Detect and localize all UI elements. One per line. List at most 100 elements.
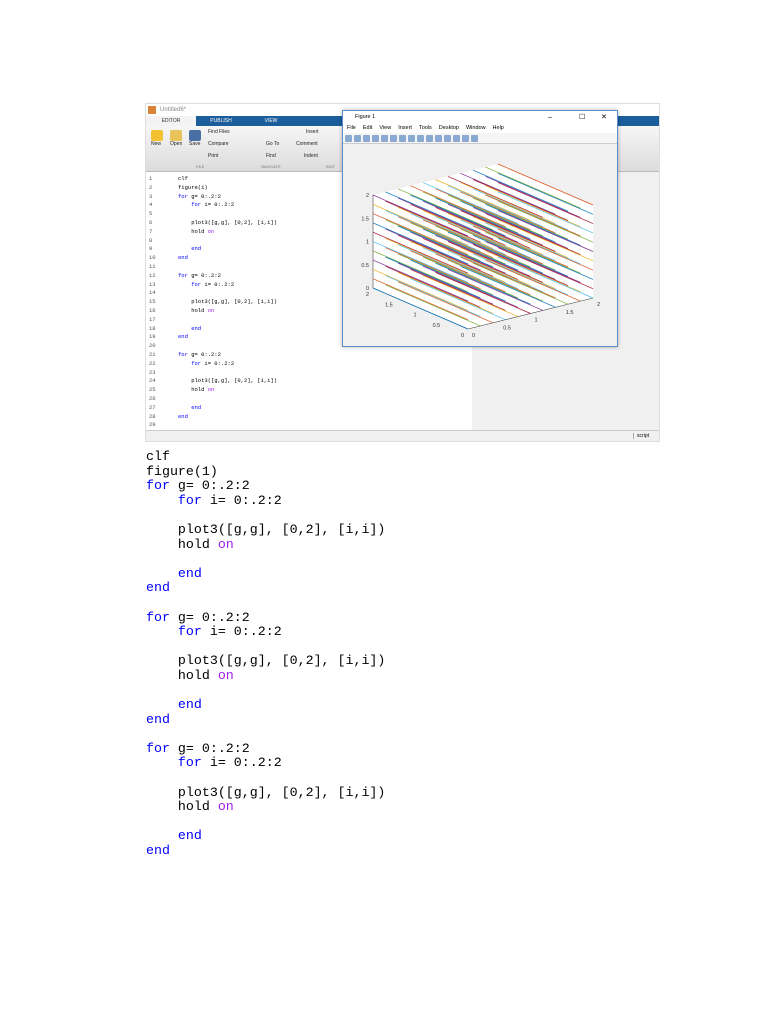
line-number: 8 [149,236,153,244]
brush-icon[interactable] [435,134,442,142]
y-tick-label: 2 [366,292,369,298]
menu-help[interactable]: Help [493,124,504,133]
folder-icon [170,130,182,141]
keyword: end [191,245,202,253]
code-text: i= 0:.2:2 [201,359,235,367]
print-button[interactable]: Print [208,153,218,159]
pan-icon[interactable] [408,134,415,142]
line-number: 13 [149,280,156,288]
menu-desktop[interactable]: Desktop [439,124,459,133]
maximize-icon[interactable]: ☐ [579,111,585,124]
legend-icon[interactable] [453,134,460,142]
data-cursor-icon[interactable] [426,134,433,142]
save-icon[interactable] [363,134,370,142]
code-line: end [178,245,201,252]
tab-publish[interactable]: PUBLISH [196,116,246,126]
code-text: g= 0:.2:2 [187,351,221,358]
print-icon[interactable] [372,134,379,142]
layout-icon[interactable] [471,134,478,142]
close-icon[interactable]: ✕ [601,111,607,124]
code-line: end [146,697,385,713]
keyword: for [146,609,170,625]
code-line: end [178,413,188,420]
find-button[interactable]: Find [266,153,276,159]
line-number: 11 [149,263,156,270]
code-line: figure(1) [178,184,208,191]
open-button[interactable]: Open [170,130,182,147]
menu-tools[interactable]: Tools [419,124,432,133]
keyword: for [191,359,202,367]
indent-button[interactable]: Indent [304,153,318,159]
code-text: clf [178,175,188,182]
code-text: plot3([g,g], [0,2], [i,i]) [146,653,386,669]
x-tick-label: 2 [597,302,600,308]
line-number: 14 [149,289,156,297]
code-line: hold on [146,537,385,553]
rotate-icon[interactable] [417,134,424,142]
menu-file[interactable]: File [347,124,356,133]
line-number: 6 [149,219,153,226]
code-line: plot3([g,g], [0,2], [i,i]) [146,654,385,669]
code-line: end [178,333,188,340]
insert-button[interactable]: Insert [306,129,319,135]
tab-view[interactable]: VIEW [246,116,296,126]
code-line: for i= 0:.2:2 [146,624,385,640]
menu-edit[interactable]: Edit [363,124,372,133]
code-text: g= 0:.2:2 [187,192,221,200]
line-number: 26 [149,395,156,402]
line-number: 12 [149,271,156,279]
tab-editor[interactable]: EDITOR [146,116,196,126]
code-line: for g= 0:.2:2 [178,193,221,200]
line-number: 1 [149,175,153,182]
menu-insert[interactable]: Insert [398,124,412,133]
code-line: plot3([g,g], [0,2], [i,i]) [146,784,386,801]
pointer-icon[interactable] [381,134,388,142]
code-line: for g= 0:.2:2 [146,478,385,494]
code-text: i= 0:.2:2 [201,201,235,209]
minimize-icon[interactable]: – [548,111,552,124]
code-text: hold [146,667,218,683]
line-number: 28 [149,412,156,420]
x-tick-label: 1.5 [566,310,574,316]
keyword: for [177,492,202,508]
save-button[interactable]: Save [189,130,201,147]
matlab-icon [148,106,156,114]
find-files-button[interactable]: Find Files [208,129,230,135]
editor-title: Untitled6* [160,107,187,113]
go-to-button[interactable]: Go To [266,141,279,147]
zoom-in-icon[interactable] [390,134,397,142]
zoom-out-icon[interactable] [399,134,406,142]
new-icon[interactable] [345,134,352,142]
code-line: hold on [178,386,214,393]
menu-view[interactable]: View [379,124,391,133]
z-tick-label: 2 [366,193,369,199]
x-tick-label: 0.5 [503,325,511,331]
new-button[interactable]: New [151,130,163,147]
code-text: plot3([g,g], [0,2], [i,i]) [146,784,386,800]
line-number: 7 [149,227,153,235]
code-line: for i= 0:.2:2 [146,756,385,771]
keyword: end [146,580,170,596]
code-text: i= 0:.2:2 [201,624,282,640]
comment-button[interactable]: Comment [296,141,318,147]
code-line: hold on [178,307,214,314]
grid-icon[interactable] [462,134,469,142]
colorbar-icon[interactable] [444,134,451,142]
code-text: plot3([g,g], [0,2], [i,i]) [178,377,278,385]
code-text: clf [146,449,170,464]
line-number: 2 [149,183,153,191]
menu-window[interactable]: Window [466,124,486,133]
y-tick-label: 1 [413,313,416,319]
open-icon[interactable] [354,134,361,142]
code-line: end [146,843,385,859]
line-number: 19 [149,333,156,341]
compare-button[interactable]: Compare [208,141,229,147]
